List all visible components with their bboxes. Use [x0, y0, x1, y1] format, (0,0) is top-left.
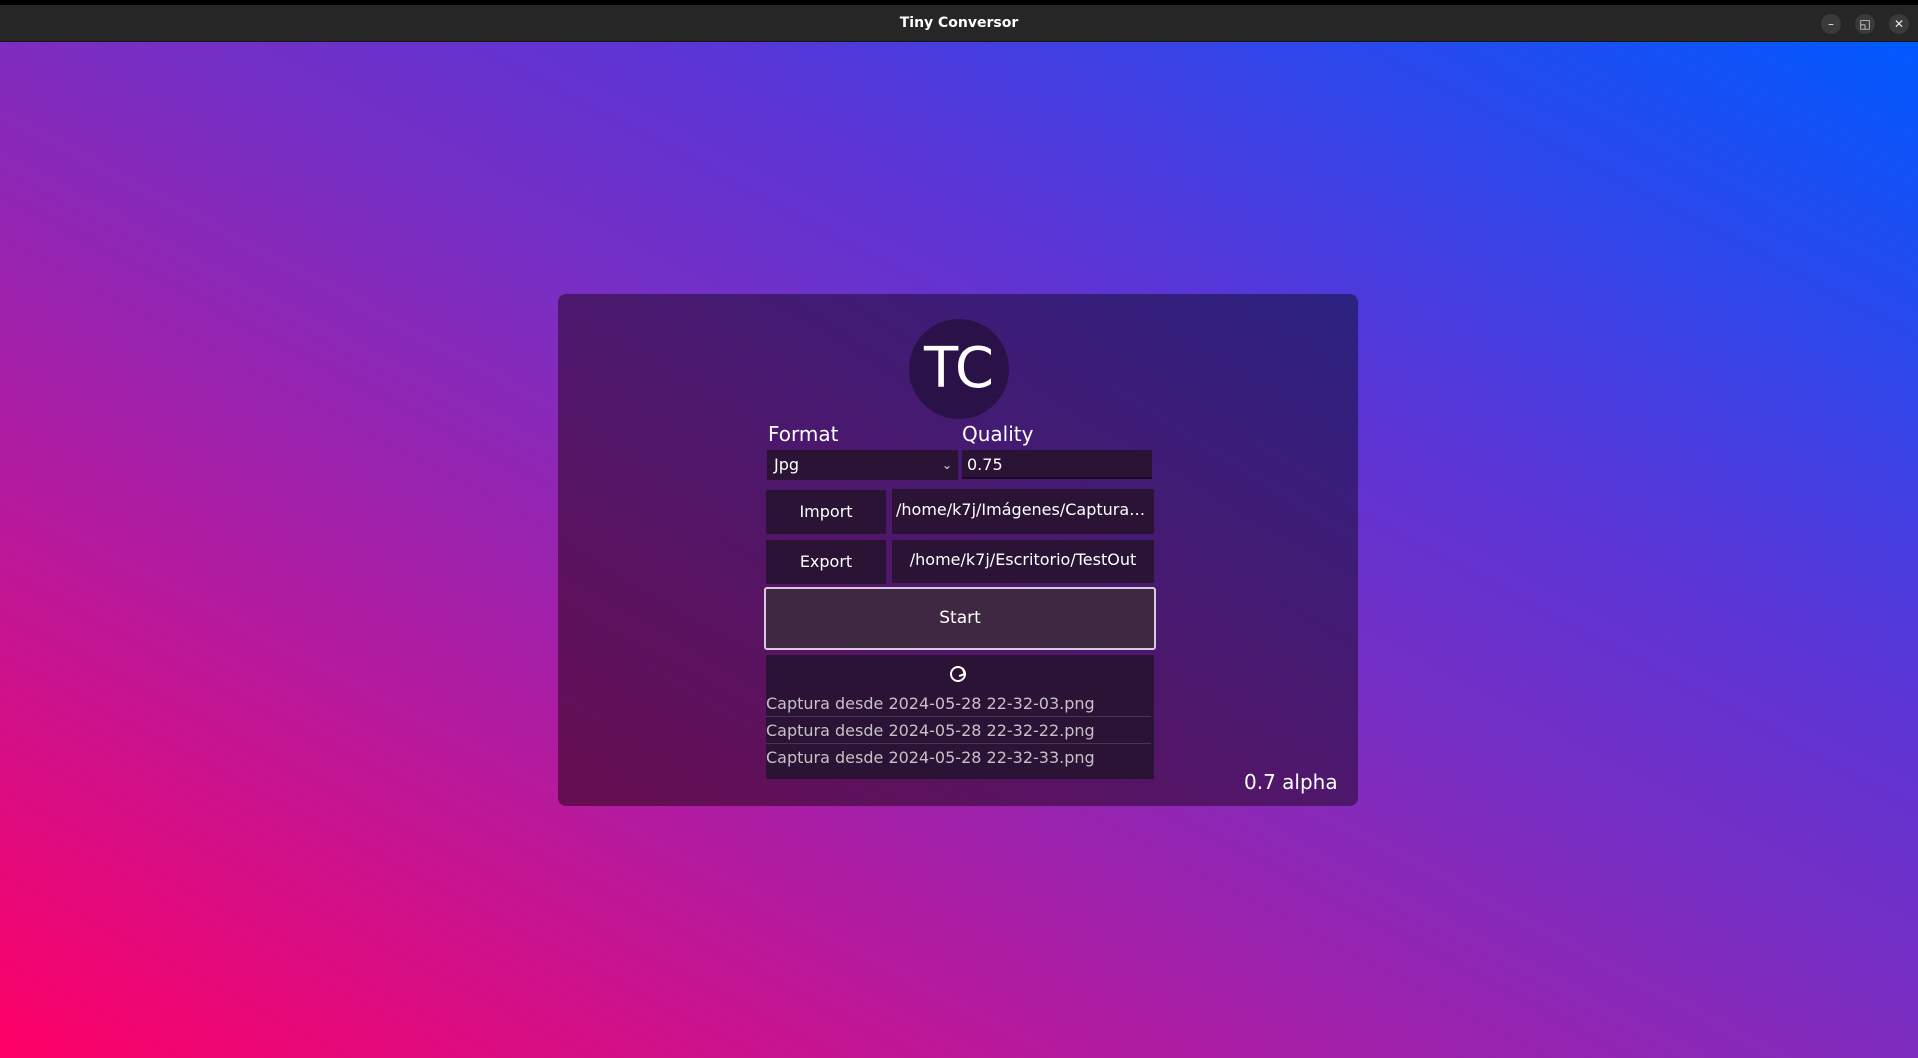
- window-title: Tiny Conversor: [899, 15, 1019, 31]
- export-path-field[interactable]: /home/k7j/Escritorio/TestOut: [892, 540, 1154, 583]
- maximize-icon[interactable]: ◱: [1855, 14, 1875, 34]
- import-button[interactable]: Import: [766, 490, 886, 534]
- title-bar: Tiny Conversor – ◱ ✕: [0, 5, 1918, 42]
- format-label: Format: [768, 422, 839, 446]
- loading-spinner-icon: [950, 666, 966, 682]
- close-icon[interactable]: ✕: [1889, 14, 1909, 34]
- version-label: 0.7 alpha: [1244, 770, 1338, 794]
- format-select[interactable]: Jpg ⌄: [767, 450, 958, 480]
- file-log-panel: Captura desde 2024-05-28 22-32-03.png Ca…: [766, 655, 1154, 779]
- quality-label: Quality: [962, 422, 1034, 446]
- chevron-down-icon: ⌄: [941, 458, 952, 472]
- start-button[interactable]: Start: [764, 587, 1156, 650]
- minimize-icon[interactable]: –: [1821, 14, 1841, 34]
- list-item: Captura desde 2024-05-28 22-32-33.png: [766, 748, 1095, 767]
- list-item: Captura desde 2024-05-28 22-32-03.png: [766, 691, 1151, 717]
- app-logo: TC: [909, 319, 1009, 419]
- quality-input[interactable]: 0.75: [962, 450, 1152, 479]
- import-path-field[interactable]: /home/k7j/Imágenes/Capturas ...: [892, 489, 1154, 534]
- export-button[interactable]: Export: [766, 540, 886, 584]
- format-selected-value: Jpg: [774, 455, 800, 474]
- app-window: Tiny Conversor – ◱ ✕ TC Format Quality J…: [0, 0, 1918, 1058]
- list-item: Captura desde 2024-05-28 22-32-22.png: [766, 718, 1151, 744]
